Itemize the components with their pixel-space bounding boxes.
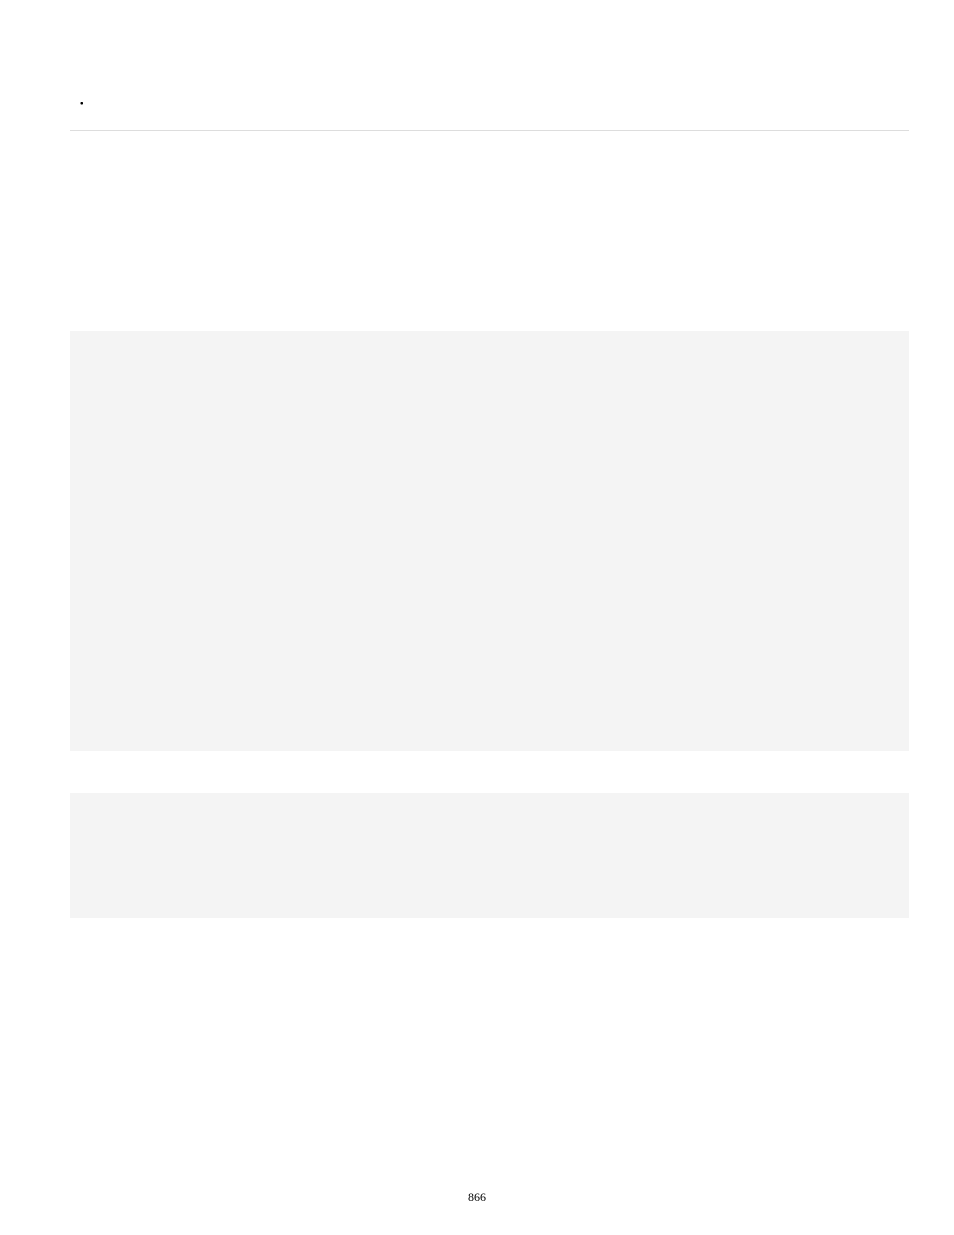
placeholder-block (70, 793, 909, 918)
page-number: 866 (0, 1190, 954, 1205)
placeholder-block (70, 331, 909, 751)
section-divider (70, 130, 909, 131)
document-content (0, 0, 954, 918)
